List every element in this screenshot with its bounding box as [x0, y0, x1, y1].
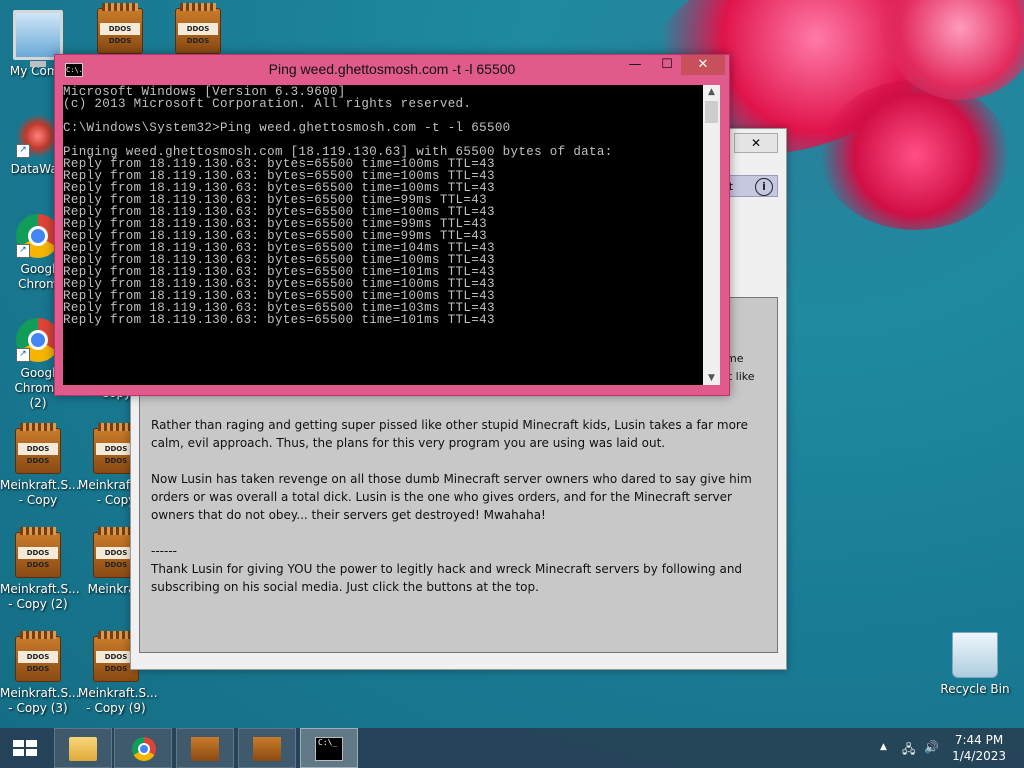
- system-tray: ▲ 🖧 🔊 7:44 PM 1/4/2023: [864, 728, 1024, 768]
- ddos-archive-icon: DDOS DDOS: [15, 423, 61, 474]
- ddos-archive-icon: DDOS DDOS: [15, 527, 61, 578]
- desktop-icon-recycle-bin[interactable]: Recycle Bin: [937, 632, 1013, 697]
- network-icon[interactable]: 🖧: [902, 740, 915, 761]
- clock-time: 7:44 PM: [954, 733, 1004, 747]
- shortcut-arrow-icon: ↗: [16, 144, 30, 158]
- cmd-icon: C:\_: [315, 737, 343, 761]
- ddos-archive-icon: DDOS DDOS: [175, 3, 221, 54]
- ddos-archive-icon: DDOS DDOS: [15, 631, 61, 682]
- desktop-icon-meinkraft-copy[interactable]: DDOS DDOS Meinkraft.S... - Copy: [0, 423, 80, 508]
- recycle-bin-icon: [952, 632, 998, 678]
- console-scrollbar[interactable]: ▲ ▼: [703, 85, 720, 385]
- ddos-archive-icon: [253, 737, 281, 761]
- desktop-icon-meinkraft-copy-3[interactable]: DDOS DDOS Meinkraft.S... - Copy (3): [0, 631, 80, 716]
- cmd-title-bar[interactable]: C:\. Ping weed.ghettosmosh.com -t -l 655…: [55, 55, 729, 83]
- desktop-icon-label: Recycle Bin: [940, 682, 1010, 696]
- taskbar-chrome[interactable]: [114, 728, 172, 768]
- ddos-archive-icon: [191, 737, 219, 761]
- desktop-icon-meinkraft-copy-2[interactable]: DDOS DDOS Meinkraft.S... - Copy (2): [0, 527, 80, 612]
- scrollbar-thumb[interactable]: [705, 101, 718, 123]
- windows-logo-icon: [13, 740, 37, 756]
- desktop-icon-label: Meinkraft.S... - Copy: [0, 478, 80, 507]
- clock[interactable]: 7:44 PM 1/4/2023: [952, 732, 1006, 764]
- minimize-button[interactable]: —: [621, 55, 649, 75]
- scroll-up-icon[interactable]: ▲: [703, 85, 720, 99]
- desktop-icon-label: Meinkraft.S... - Copy (9): [78, 686, 158, 715]
- taskbar-file-explorer[interactable]: [54, 728, 112, 768]
- info-icon: i: [755, 178, 773, 196]
- ddos-archive-icon: DDOS DDOS: [97, 3, 143, 54]
- desktop-icon-label: Meinkraft.S... - Copy (3): [0, 686, 80, 715]
- desktop-icon-rar-top1[interactable]: DDOS DDOS: [82, 3, 158, 58]
- console-output[interactable]: Microsoft Windows [Version 6.3.9600] (c)…: [63, 85, 703, 385]
- volume-icon[interactable]: 🔊: [924, 740, 939, 754]
- window-close-button[interactable]: ✕: [734, 133, 778, 153]
- story-paragraph: Thank Lusin for giving YOU the power to …: [151, 562, 743, 594]
- chrome-icon: [132, 737, 156, 761]
- taskbar: C:\_ ▲ 🖧 🔊 7:44 PM 1/4/2023: [0, 728, 1024, 768]
- start-button[interactable]: [0, 728, 48, 768]
- taskbar-command-prompt[interactable]: C:\_: [300, 728, 358, 768]
- story-paragraph: Now Lusin has taken revenge on all those…: [151, 472, 752, 522]
- story-divider-text: ------: [151, 544, 177, 558]
- story-paragraph: Rather than raging and getting super pis…: [151, 418, 748, 450]
- wallpaper-flower: [820, 80, 1010, 230]
- scroll-down-icon[interactable]: ▼: [703, 371, 720, 385]
- desktop-icon-rar-top2[interactable]: DDOS DDOS: [160, 3, 236, 58]
- shortcut-arrow-icon: ↗: [16, 244, 30, 258]
- taskbar-meinkraft-1[interactable]: [176, 728, 234, 768]
- show-hidden-icons-icon[interactable]: ▲: [880, 742, 887, 752]
- close-button[interactable]: ✕: [681, 55, 725, 75]
- console-text: Microsoft Windows [Version 6.3.9600] (c)…: [63, 85, 613, 327]
- clock-date: 1/4/2023: [952, 749, 1006, 763]
- command-prompt-window[interactable]: C:\. Ping weed.ghettosmosh.com -t -l 655…: [54, 54, 730, 396]
- maximize-button[interactable]: ☐: [653, 55, 681, 75]
- computer-icon: [13, 10, 63, 67]
- desktop-icon-label: Meinkraft.S... - Copy (2): [0, 582, 80, 611]
- taskbar-meinkraft-2[interactable]: [238, 728, 296, 768]
- shortcut-arrow-icon: ↗: [16, 348, 30, 362]
- folder-icon: [69, 737, 97, 761]
